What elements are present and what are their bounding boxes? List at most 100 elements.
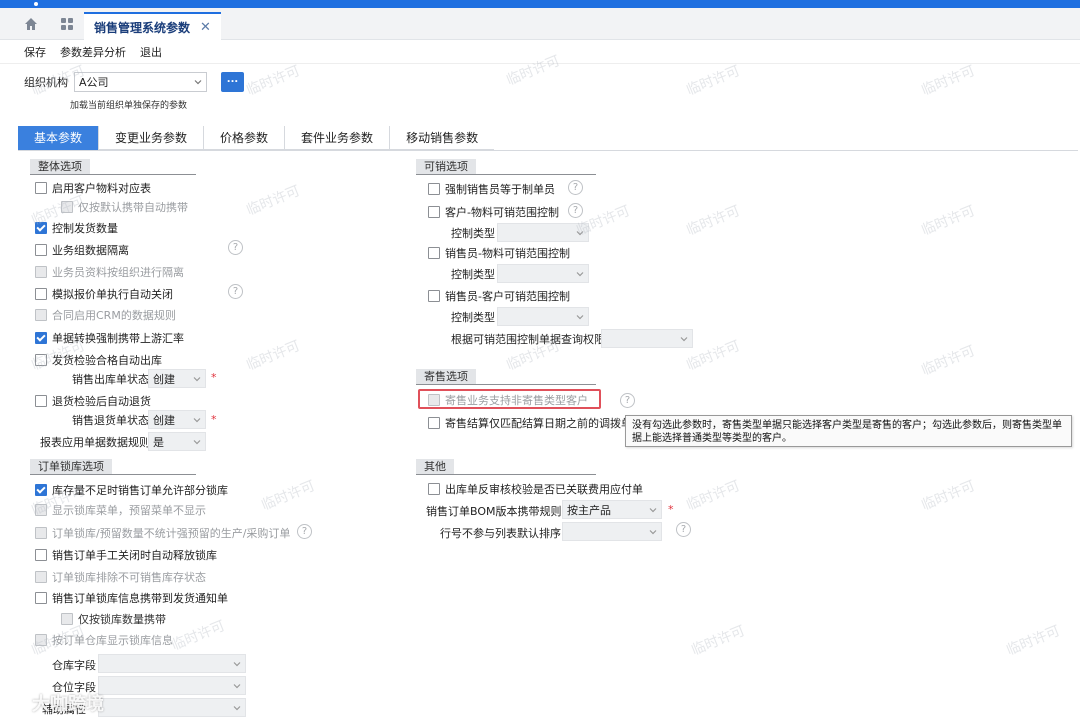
tab-basic[interactable]: 基本参数 [18, 126, 100, 150]
watermark: 临时许可 [259, 478, 318, 514]
help-tooltip: 没有勾选此参数时，寄售类型单据只能选择客户类型是寄售的客户；勾选此参数后，则寄售… [625, 415, 1072, 447]
outbound-status-label: 销售出库单状态 [72, 373, 149, 386]
option-customer-material[interactable]: 启用客户物料对应表 [35, 180, 151, 196]
option-exclude-status: 订单锁库排除不可销售库存状态 [35, 569, 206, 585]
close-icon[interactable]: ✕ [200, 20, 211, 35]
option-control-delivery-qty[interactable]: 控制发货数量 [35, 220, 118, 236]
tab-divider [18, 150, 1078, 151]
checkbox-checked[interactable] [35, 222, 47, 234]
location-field-select[interactable] [98, 676, 246, 695]
tab-kit[interactable]: 套件业务参数 [285, 126, 391, 150]
checkbox[interactable] [428, 483, 440, 495]
org-browse-button[interactable]: ... [221, 72, 244, 92]
brand-logo-icon [11, 695, 27, 711]
section-line [416, 384, 596, 385]
bom-rule-select[interactable]: 按主产品 [562, 500, 662, 519]
help-icon[interactable]: ? [228, 240, 243, 255]
chevron-down-icon [649, 507, 657, 512]
help-icon[interactable]: ? [568, 203, 583, 218]
checkbox[interactable] [428, 247, 440, 259]
watermark: 临时许可 [919, 478, 978, 514]
checkbox[interactable] [35, 592, 47, 604]
tab-price[interactable]: 价格参数 [204, 126, 286, 150]
checkbox [35, 571, 47, 583]
outbound-status-select[interactable]: 创建 [148, 369, 206, 388]
watermark: 临时许可 [684, 203, 743, 239]
option-lock-qty-carry: 仅按锁库数量携带 [61, 611, 166, 627]
tab-mobile[interactable]: 移动销售参数 [390, 126, 494, 150]
chevron-down-icon [194, 80, 202, 85]
bom-rule-label: 销售订单BOM版本携带规则 [426, 505, 562, 518]
help-icon[interactable]: ? [568, 180, 583, 195]
option-customer-material-range[interactable]: 客户-物料可销范围控制 [428, 204, 559, 220]
checkbox[interactable] [35, 288, 47, 300]
grid-icon[interactable] [60, 17, 74, 31]
option-consign-settle-match[interactable]: 寄售结算仅匹配结算日期之前的调拨单 [428, 415, 632, 431]
query-permission-label: 根据可销范围控制单据查询权限 [451, 333, 605, 346]
checkbox [61, 613, 73, 625]
option-partial-lock[interactable]: 库存量不足时销售订单允许部分锁库 [35, 482, 228, 498]
help-icon[interactable]: ? [228, 284, 243, 299]
watermark: 临时许可 [689, 623, 748, 659]
option-salesman-customer-range[interactable]: 销售员-客户可销范围控制 [428, 288, 570, 304]
org-hint: 加载当前组织单独保存的参数 [70, 101, 188, 111]
watermark: 临时许可 [919, 63, 978, 99]
section-line [416, 174, 596, 175]
aux-attr-select[interactable] [98, 698, 246, 717]
option-show-lock-menu: 显示锁库菜单，预留菜单不显示 [35, 502, 206, 518]
watermark: 临时许可 [684, 63, 743, 99]
top-bar-dot [34, 2, 38, 6]
query-permission-select[interactable] [601, 329, 693, 348]
option-auto-release[interactable]: 销售订单手工关闭时自动释放锁库 [35, 547, 217, 563]
section-order-lock: 订单锁库选项 [30, 459, 112, 474]
tab-change[interactable]: 变更业务参数 [99, 126, 205, 150]
checkbox[interactable] [35, 395, 47, 407]
chevron-down-icon [233, 683, 241, 688]
checkbox[interactable] [428, 183, 440, 195]
option-group-isolation[interactable]: 业务组数据隔离 [35, 242, 129, 258]
help-icon[interactable]: ? [620, 393, 635, 408]
checkbox[interactable] [428, 417, 440, 429]
option-auto-outbound[interactable]: 发货检验合格自动出库 [35, 352, 162, 368]
option-default-carry: 仅按默认携带自动携带 [61, 199, 188, 215]
control-type-select[interactable] [497, 264, 589, 283]
section-line [416, 474, 596, 475]
chevron-down-icon [233, 705, 241, 710]
return-status-select[interactable]: 创建 [148, 410, 206, 429]
save-button[interactable]: 保存 [24, 44, 46, 60]
home-icon[interactable] [24, 17, 38, 31]
tab-strip: 销售管理系统参数 ✕ [0, 8, 1080, 40]
option-crm-rule: 合同启用CRM的数据规则 [35, 307, 176, 323]
org-select[interactable]: A公司 [74, 72, 207, 92]
control-type-select[interactable] [497, 223, 589, 242]
report-rule-select[interactable]: 是 [148, 432, 206, 451]
option-carry-lock-info[interactable]: 销售订单锁库信息携带到发货通知单 [35, 590, 228, 606]
warehouse-field-label: 仓库字段 [52, 659, 96, 672]
warehouse-field-select[interactable] [98, 654, 246, 673]
exit-button[interactable]: 退出 [140, 44, 162, 60]
checkbox[interactable] [428, 290, 440, 302]
chevron-down-icon [193, 376, 201, 381]
help-icon[interactable]: ? [297, 524, 312, 539]
help-icon[interactable]: ? [676, 522, 691, 537]
checkbox[interactable] [35, 182, 47, 194]
tab-sales-params[interactable]: 销售管理系统参数 ✕ [84, 12, 221, 40]
checkbox-checked[interactable] [35, 332, 47, 344]
option-auto-return[interactable]: 退货检验后自动退货 [35, 393, 151, 409]
option-force-salesman[interactable]: 强制销售员等于制单员 [428, 181, 555, 197]
section-other: 其他 [416, 459, 454, 474]
checkbox[interactable] [35, 354, 47, 366]
diff-analysis-button[interactable]: 参数差异分析 [60, 44, 126, 60]
option-reverse-audit-check[interactable]: 出库单反审核校验是否已关联费用应付单 [428, 481, 643, 497]
option-quote-autoclose[interactable]: 模拟报价单执行自动关闭 [35, 286, 173, 302]
option-carry-rate[interactable]: 单据转换强制携带上游汇率 [35, 330, 184, 346]
checkbox[interactable] [35, 244, 47, 256]
option-salesman-material-range[interactable]: 销售员-物料可销范围控制 [428, 245, 570, 261]
watermark: 临时许可 [919, 203, 978, 239]
control-type-select[interactable] [497, 307, 589, 326]
checkbox[interactable] [35, 549, 47, 561]
chevron-down-icon [649, 529, 657, 534]
checkbox[interactable] [428, 206, 440, 218]
line-no-sort-select[interactable] [562, 522, 662, 541]
checkbox-checked[interactable] [35, 484, 47, 496]
